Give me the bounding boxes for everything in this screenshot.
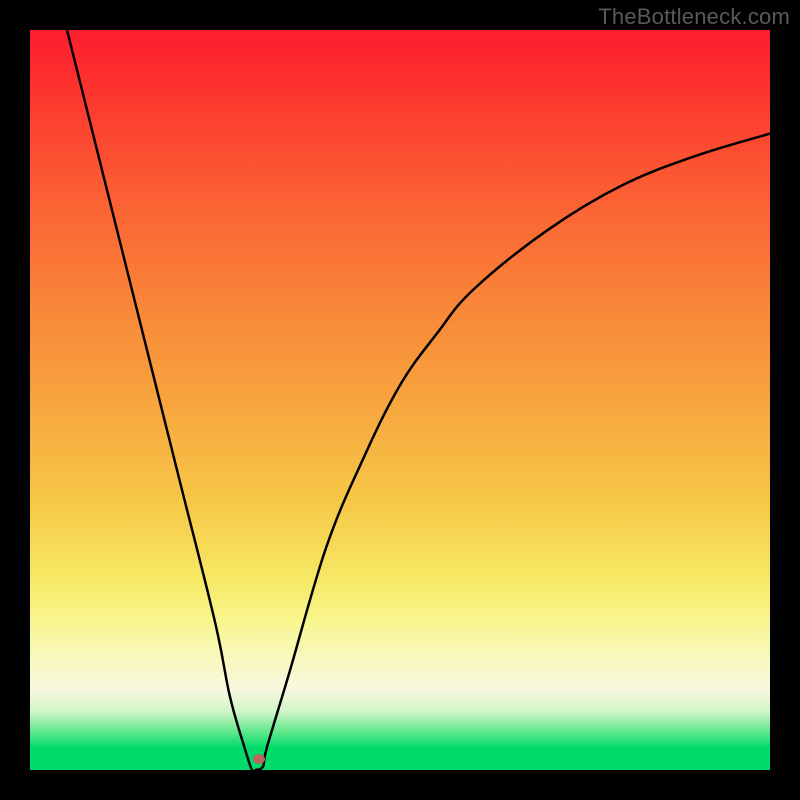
curve-path bbox=[67, 30, 770, 770]
trough-marker bbox=[253, 754, 265, 764]
watermark-text: TheBottleneck.com bbox=[598, 4, 790, 30]
bottleneck-curve bbox=[30, 30, 770, 770]
chart-frame: TheBottleneck.com bbox=[0, 0, 800, 800]
